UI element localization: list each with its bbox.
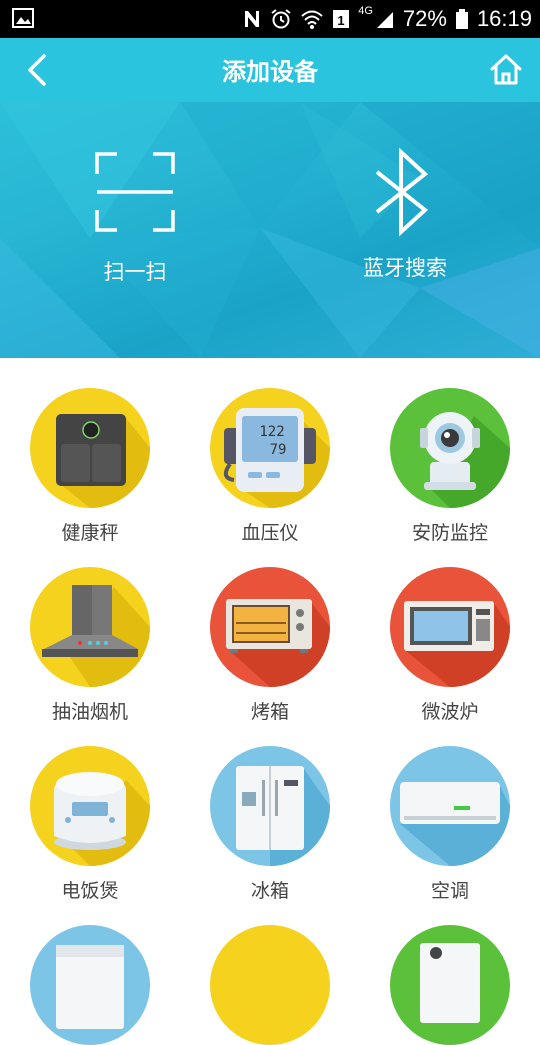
device-label: 健康秤	[61, 522, 119, 544]
device-label: 抽油烟机	[51, 701, 128, 723]
battery-percent: 72%	[402, 6, 447, 31]
device-item-blood-pressure[interactable]: 122 79 血压仪	[180, 388, 360, 545]
device-item-oven[interactable]: 烤箱	[180, 567, 360, 724]
device-label: 烤箱	[250, 701, 289, 723]
page-title: 添加设备	[222, 58, 318, 86]
device-icon	[390, 925, 510, 1045]
clock-time: 16:19	[476, 6, 532, 31]
refrigerator-icon	[210, 746, 330, 866]
device-item-scale[interactable]: 健康秤	[0, 388, 180, 545]
microwave-icon	[390, 567, 510, 687]
device-label: 血压仪	[241, 522, 299, 544]
scan-label: 扫一扫	[103, 260, 167, 284]
network-type: 4G	[358, 5, 373, 17]
svg-text:1: 1	[338, 13, 345, 28]
device-item-security-camera[interactable]: 安防监控	[360, 388, 540, 545]
device-item-microwave[interactable]: 微波炉	[360, 567, 540, 724]
nfc-icon	[245, 11, 260, 27]
device-label: 电饭煲	[61, 880, 119, 902]
alarm-icon	[271, 9, 291, 29]
device-item-range-hood[interactable]: 抽油烟机	[0, 567, 180, 724]
security-camera-icon	[390, 388, 510, 508]
washing-machine-icon	[30, 925, 150, 1045]
home-button[interactable]	[488, 52, 524, 88]
gallery-notification-icon	[12, 8, 34, 28]
bp-diastolic: 79	[270, 442, 287, 458]
device-item-yellow[interactable]	[180, 925, 360, 1045]
device-item-refrigerator[interactable]: 冰箱	[180, 746, 360, 903]
scan-icon	[95, 152, 175, 232]
wifi-icon	[301, 10, 323, 29]
header-banner: 添加设备 扫一扫 蓝牙搜索	[0, 38, 540, 358]
status-bar: 1 4G 72% 16:19	[0, 0, 540, 38]
sim-icon: 1	[333, 10, 350, 28]
scale-icon	[30, 388, 150, 508]
device-label: 空调	[430, 880, 469, 902]
bluetooth-search-label: 蓝牙搜索	[363, 256, 447, 280]
device-item-air-conditioner[interactable]: 空调	[360, 746, 540, 903]
bluetooth-search-action[interactable]: 蓝牙搜索	[315, 147, 495, 282]
device-item-rice-cooker[interactable]: 电饭煲	[0, 746, 180, 903]
device-item-washing-machine[interactable]	[0, 925, 180, 1045]
range-hood-icon	[30, 567, 150, 687]
bluetooth-icon	[375, 147, 429, 237]
device-icon	[210, 925, 330, 1045]
rice-cooker-icon	[30, 746, 150, 866]
blood-pressure-monitor-icon: 122 79	[210, 388, 330, 508]
nav-bar: 添加设备	[0, 38, 540, 102]
bp-systolic: 122	[259, 424, 284, 440]
device-label: 安防监控	[411, 522, 488, 544]
battery-icon	[455, 9, 468, 29]
scan-action[interactable]: 扫一扫	[45, 150, 225, 286]
oven-icon	[210, 567, 330, 687]
device-label: 冰箱	[250, 880, 289, 902]
signal-icon	[376, 12, 393, 28]
device-label: 微波炉	[421, 701, 479, 723]
air-conditioner-icon	[390, 746, 510, 866]
device-item-green[interactable]	[360, 925, 540, 1045]
